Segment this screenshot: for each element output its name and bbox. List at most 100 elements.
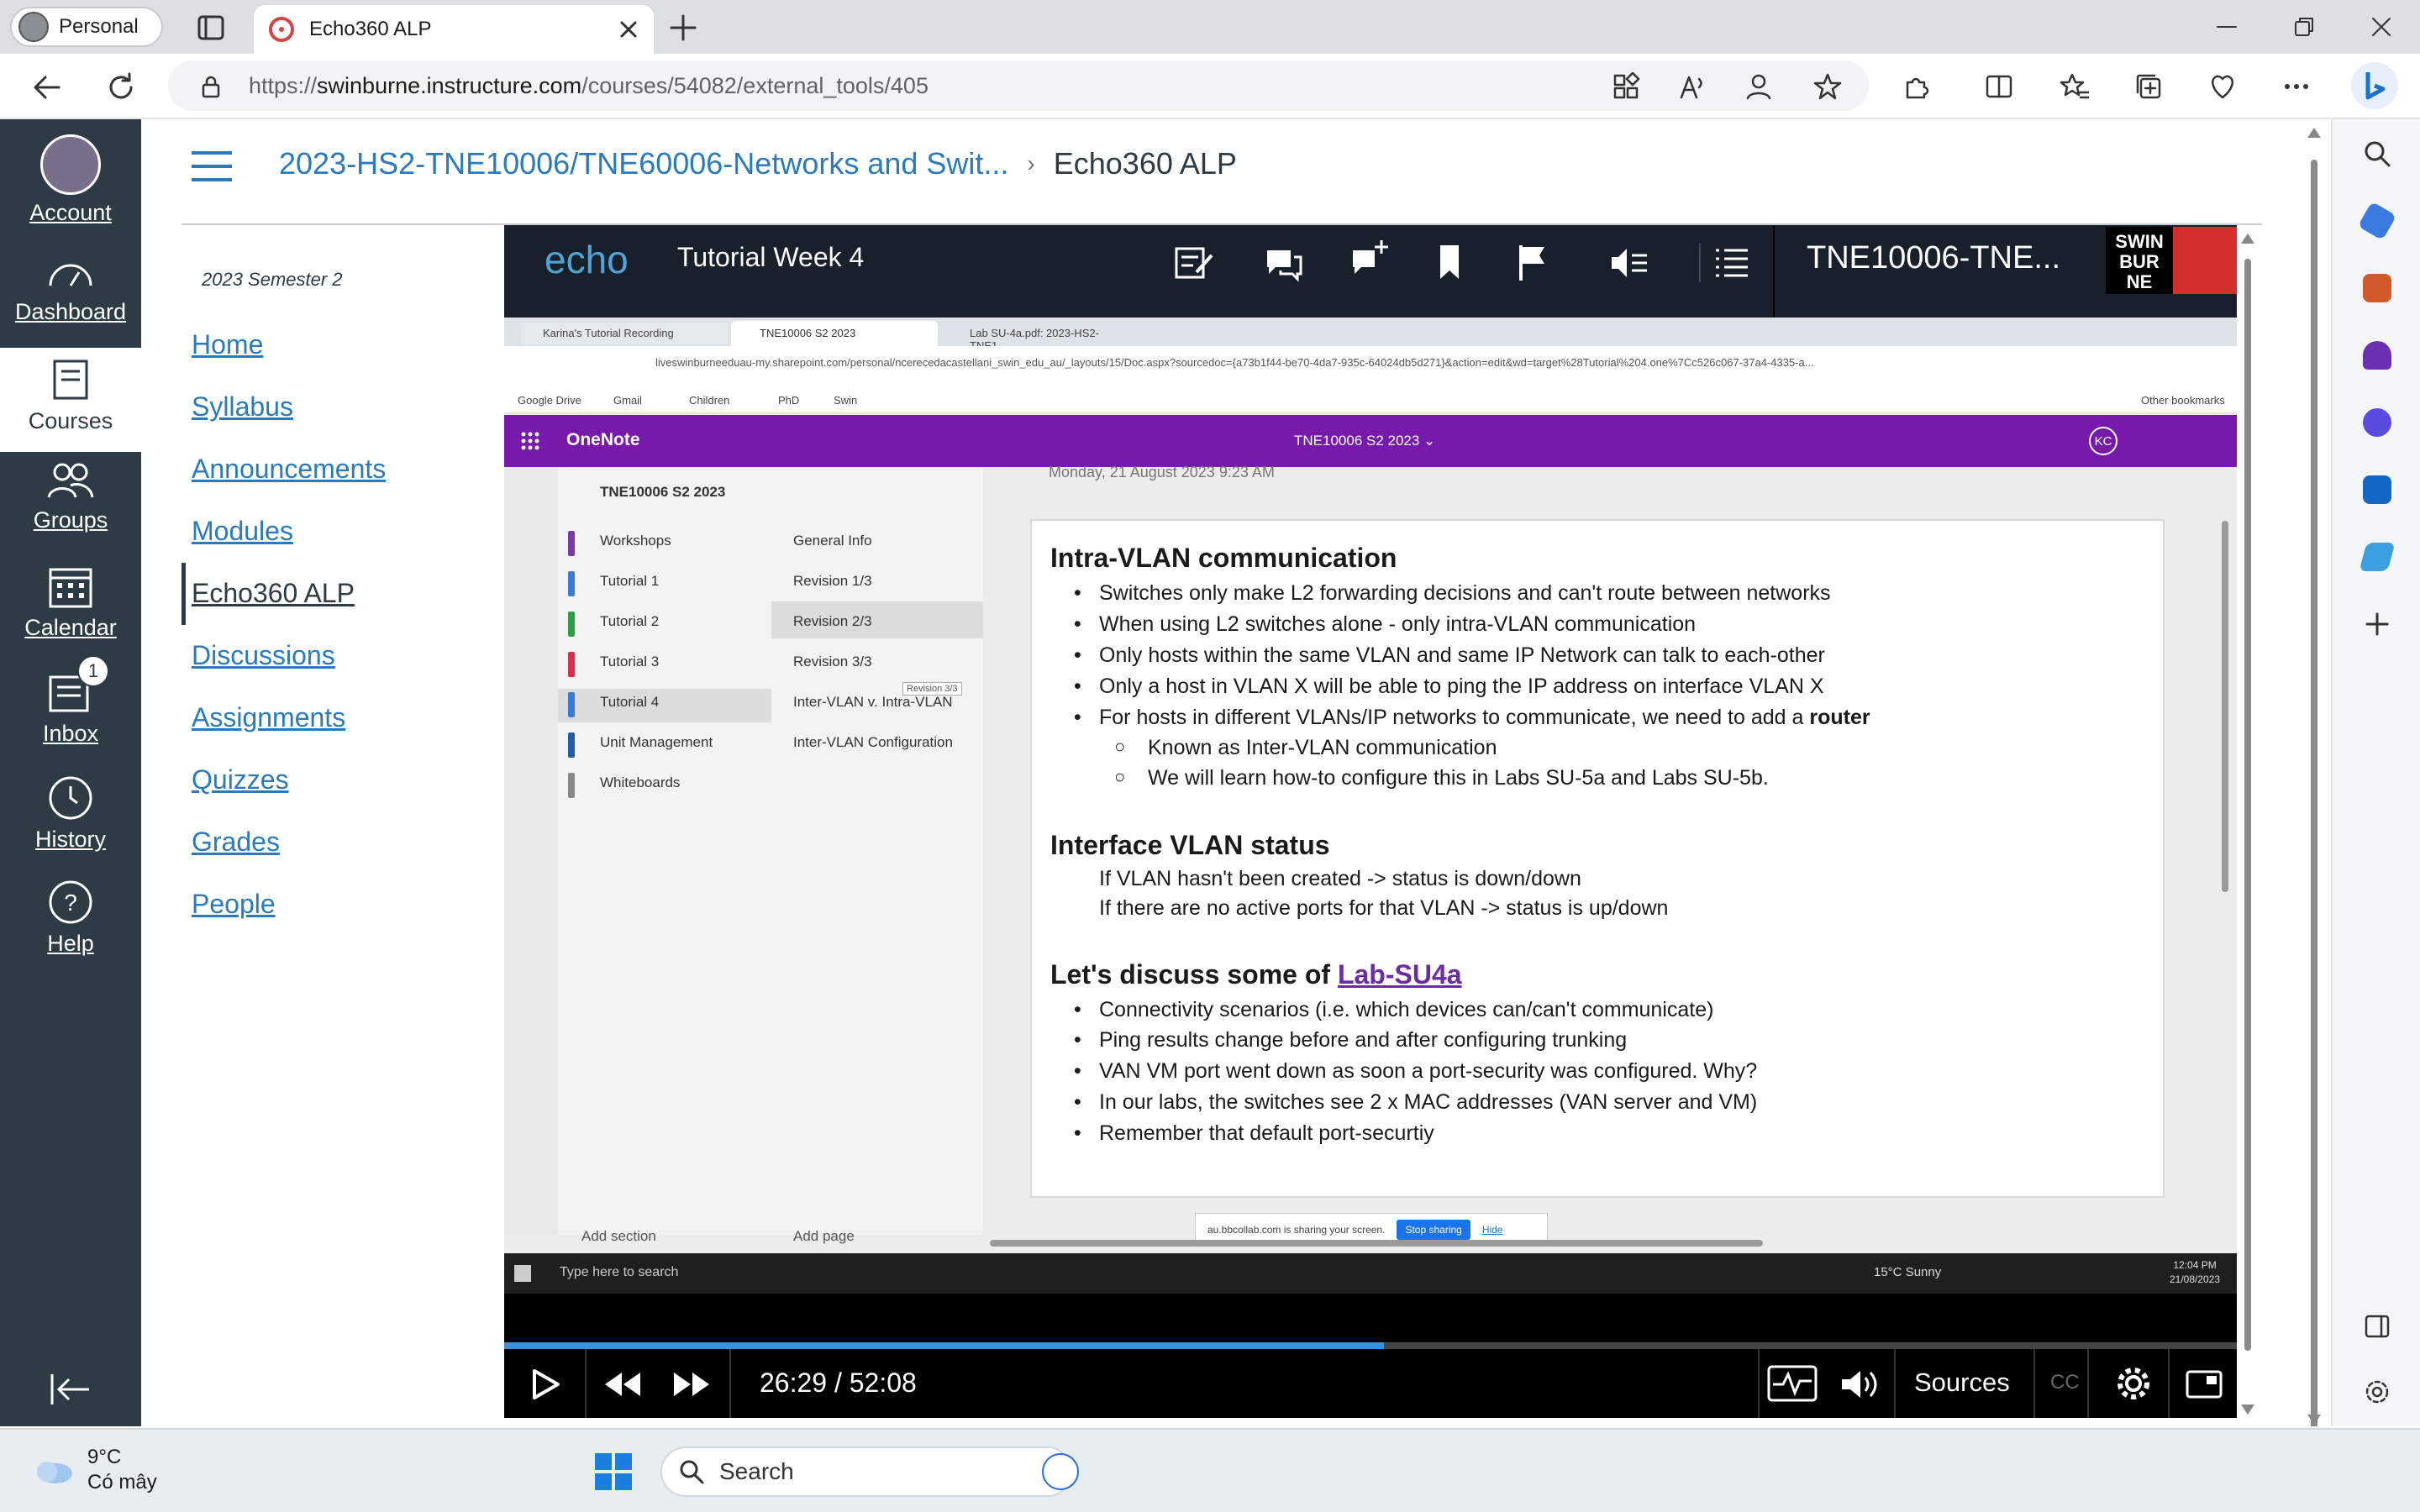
dashboard-icon bbox=[49, 264, 92, 286]
divider bbox=[585, 1349, 587, 1418]
course-nav-home[interactable]: Home bbox=[192, 329, 263, 360]
profile-button[interactable]: Personal bbox=[10, 7, 163, 47]
course-nav-discussions[interactable]: Discussions bbox=[192, 640, 335, 671]
games-icon[interactable] bbox=[2363, 341, 2391, 370]
close-tab-icon[interactable] bbox=[618, 19, 639, 39]
send-icon[interactable] bbox=[2359, 543, 2396, 571]
discussion-icon[interactable] bbox=[1264, 245, 1304, 282]
tab-actions-icon[interactable] bbox=[197, 13, 225, 42]
sources-button[interactable]: Sources bbox=[1914, 1368, 2010, 1398]
quality-meter-icon[interactable] bbox=[1766, 1364, 1818, 1403]
notes-icon[interactable] bbox=[1173, 244, 1215, 282]
nav-groups[interactable]: Groups bbox=[0, 460, 141, 553]
captured-tab-bar: Karina's Tutorial Recording TNE10006 S2 … bbox=[504, 318, 2237, 352]
read-aloud-icon[interactable] bbox=[1679, 72, 1707, 101]
course-nav-modules[interactable]: Modules bbox=[192, 516, 293, 547]
play-icon[interactable] bbox=[529, 1368, 563, 1401]
course-nav-people[interactable]: People bbox=[192, 889, 276, 920]
course-nav-announcements[interactable]: Announcements bbox=[192, 454, 386, 485]
taskbar-search[interactable]: Search bbox=[660, 1446, 1072, 1497]
new-tab-icon[interactable] bbox=[669, 13, 697, 42]
player-scrollbar[interactable] bbox=[2238, 230, 2257, 1418]
search-icon[interactable] bbox=[2363, 139, 2391, 168]
captured-tab: Karina's Tutorial Recording bbox=[521, 323, 728, 344]
outlook-icon[interactable] bbox=[2363, 475, 2391, 504]
shopping-tag-icon[interactable] bbox=[2357, 201, 2397, 241]
nav-courses[interactable]: Courses bbox=[0, 348, 141, 452]
bing-chat-icon[interactable] bbox=[1042, 1453, 1079, 1490]
nav-calendar[interactable]: Calendar bbox=[0, 564, 141, 657]
help-icon: ? bbox=[49, 880, 92, 924]
volume-icon[interactable] bbox=[1839, 1368, 1881, 1401]
nav-inbox[interactable]: Inbox bbox=[0, 670, 141, 763]
confusion-flag-icon[interactable] bbox=[1516, 244, 1549, 282]
course-nav-assignments[interactable]: Assignments bbox=[192, 702, 345, 733]
nav-history[interactable]: History bbox=[0, 774, 141, 867]
lock-icon[interactable] bbox=[198, 74, 224, 99]
breadcrumb-course-link[interactable]: 2023-HS2-TNE10006/TNE60006-Networks and … bbox=[279, 146, 1008, 181]
course-nav-grades[interactable]: Grades bbox=[192, 827, 280, 858]
hide-link: Hide bbox=[1481, 1224, 1503, 1236]
windows-start-icon[interactable] bbox=[593, 1452, 634, 1492]
transcript-icon[interactable] bbox=[1608, 244, 1650, 282]
tab-title: Echo360 ALP bbox=[309, 18, 432, 40]
weather-widget[interactable]: 9°C Có mây bbox=[30, 1445, 157, 1495]
restore-button[interactable] bbox=[2265, 0, 2343, 54]
split-screen-icon[interactable] bbox=[1985, 72, 2013, 101]
heading-interface-vlan: Interface VLAN status bbox=[1050, 830, 1330, 860]
heading-discuss: Let's discuss some of Lab-SU4a bbox=[1050, 959, 1462, 990]
note-bullet: For hosts in different VLANs/IP networks… bbox=[1074, 706, 1870, 730]
browser-tab-active[interactable]: Echo360 ALP bbox=[254, 5, 654, 54]
onenote-section: Workshops bbox=[600, 533, 671, 549]
collapse-nav-icon[interactable] bbox=[49, 1371, 92, 1408]
bookmark-icon[interactable] bbox=[1437, 244, 1462, 282]
favorite-star-icon[interactable] bbox=[1813, 72, 1842, 101]
extensions-icon[interactable] bbox=[1902, 72, 1931, 101]
copilot-icon[interactable] bbox=[2351, 62, 2398, 109]
nav-account[interactable]: Account bbox=[0, 128, 141, 228]
bookmark: Swin bbox=[834, 394, 858, 407]
captured-address-bar: liveswinburneeduau-my.sharepoint.com/per… bbox=[504, 346, 2237, 388]
url-prefix: https:// bbox=[249, 72, 318, 98]
nav-dashboard[interactable]: Dashboard bbox=[0, 252, 141, 344]
more-options-icon[interactable] bbox=[2282, 72, 2311, 101]
rewind-icon[interactable] bbox=[603, 1371, 642, 1398]
course-nav-quizzes[interactable]: Quizzes bbox=[192, 764, 289, 795]
page-scrollbar[interactable] bbox=[2306, 126, 2323, 1426]
tools-briefcase-icon[interactable] bbox=[2363, 274, 2391, 302]
settings-gear-icon[interactable] bbox=[2363, 1378, 2391, 1406]
course-nav-syllabus[interactable]: Syllabus bbox=[192, 391, 293, 423]
captured-bookmarks: Google Drive Gmail Children PhD Swin Oth… bbox=[504, 388, 2237, 413]
settings-gear-icon[interactable] bbox=[2116, 1366, 2151, 1401]
active-indicator bbox=[182, 563, 186, 625]
collections-icon[interactable] bbox=[2134, 72, 2163, 101]
course-menu-toggle-icon[interactable] bbox=[190, 150, 234, 183]
closed-captions-button[interactable]: CC bbox=[2050, 1371, 2080, 1394]
course-nav-echo360[interactable]: Echo360 ALP bbox=[192, 578, 355, 609]
add-icon[interactable] bbox=[2363, 610, 2391, 638]
microsoft-365-icon[interactable] bbox=[2363, 408, 2391, 437]
section-color-bar bbox=[568, 652, 575, 677]
captured-windows-taskbar: Type here to search 15°C Sunny 12:04 PM 2… bbox=[504, 1253, 2237, 1294]
ask-question-icon[interactable] bbox=[1349, 239, 1390, 279]
browser-essentials-icon[interactable] bbox=[2208, 72, 2237, 101]
minimize-button[interactable] bbox=[2188, 0, 2265, 54]
taskbar-search-label: Search bbox=[719, 1458, 794, 1484]
bookmark: Gmail bbox=[613, 394, 642, 407]
refresh-icon[interactable] bbox=[104, 71, 138, 104]
note-bullet: VAN VM port went down as soon a port-sec… bbox=[1074, 1059, 1757, 1084]
onenote-page: Revision 3/3 bbox=[793, 654, 872, 669]
note-bullet: Only hosts within the same VLAN and same… bbox=[1074, 643, 1825, 668]
close-window-button[interactable] bbox=[2343, 0, 2420, 54]
layout-toggle-icon[interactable] bbox=[2185, 1369, 2223, 1399]
back-icon[interactable] bbox=[30, 71, 64, 104]
sidebar-panel-icon[interactable] bbox=[2363, 1312, 2391, 1341]
nav-help[interactable]: ? Help bbox=[0, 879, 141, 971]
fast-forward-icon[interactable] bbox=[672, 1371, 711, 1398]
share-person-icon[interactable] bbox=[1744, 72, 1773, 101]
outline-list-icon[interactable] bbox=[1712, 245, 1751, 281]
favorites-icon[interactable] bbox=[2060, 72, 2089, 101]
nav-label: Account bbox=[29, 200, 112, 225]
section-color-bar bbox=[568, 692, 575, 717]
apps-icon[interactable] bbox=[1612, 72, 1640, 101]
